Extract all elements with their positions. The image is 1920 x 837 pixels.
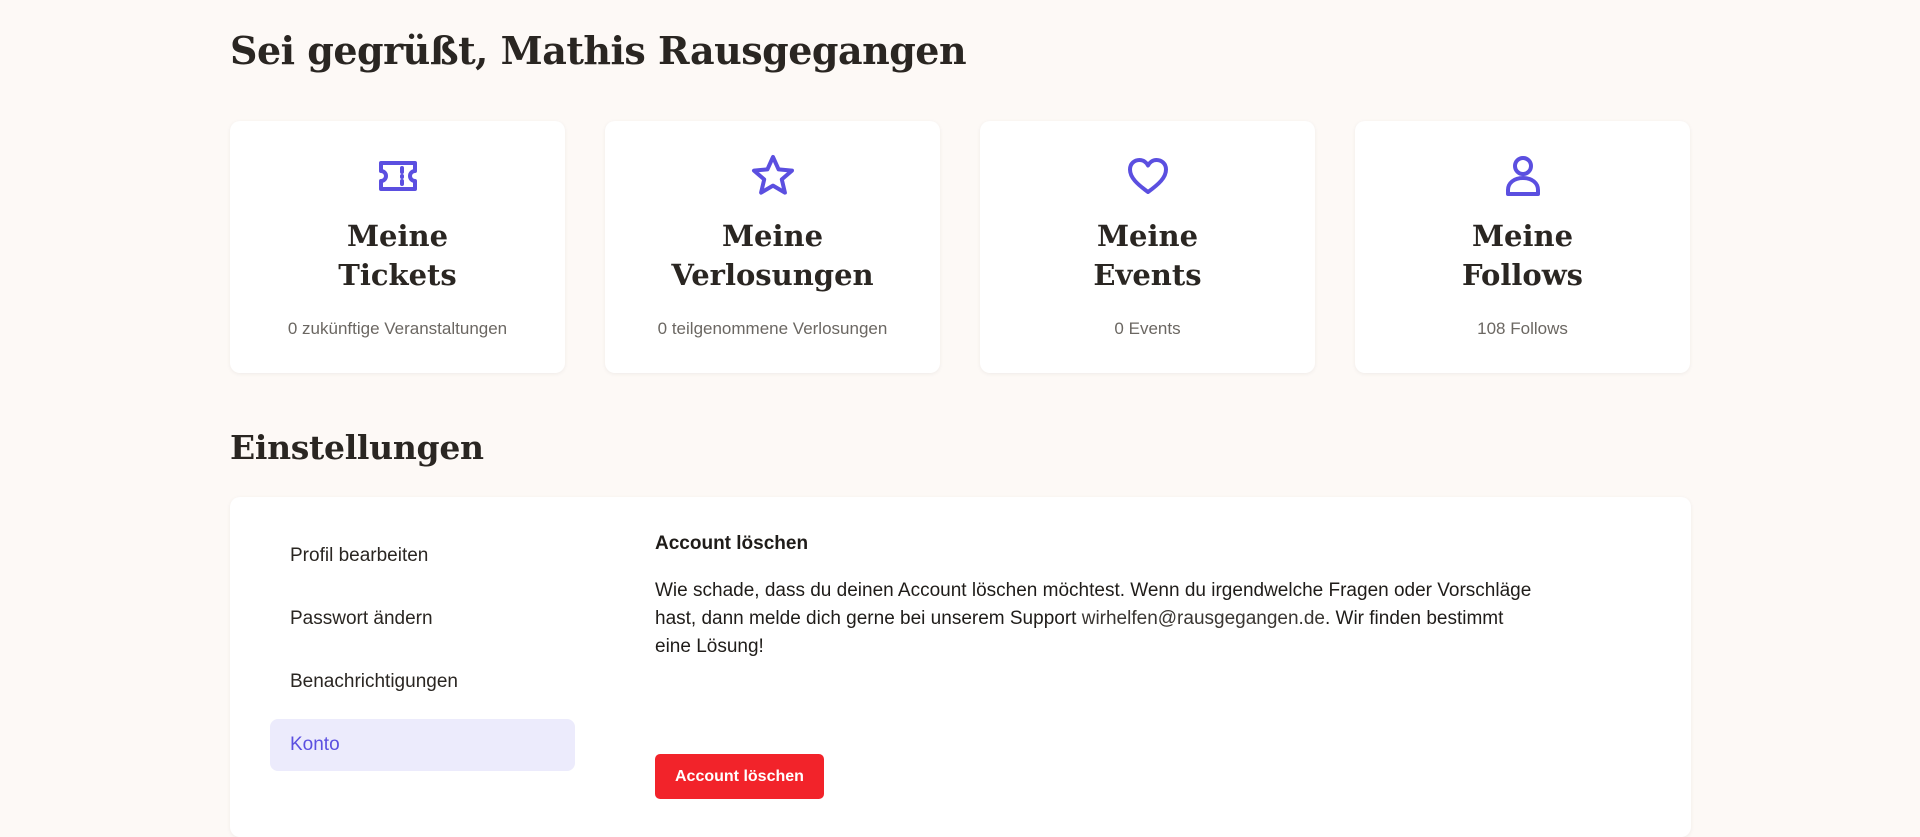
user-icon [1500, 153, 1546, 199]
card-subtitle: 108 Follows [1477, 319, 1568, 338]
card-title-line: Verlosungen [671, 258, 874, 292]
card-follows[interactable]: Meine Follows 108 Follows [1355, 121, 1690, 373]
card-title: Meine Events [980, 217, 1315, 295]
settings-nav-item-passwort[interactable]: Passwort ändern [270, 593, 575, 645]
settings-nav-item-benachrichtigungen[interactable]: Benachrichtigungen [270, 656, 575, 708]
heart-icon [1125, 153, 1171, 199]
card-verlosungen[interactable]: Meine Verlosungen 0 teilgenommene Verlos… [605, 121, 940, 373]
content-heading: Account löschen [655, 533, 809, 554]
card-subtitle: 0 teilgenommene Verlosungen [657, 319, 888, 338]
card-title-line: Meine [1096, 219, 1199, 253]
card-title: Meine Tickets [230, 217, 565, 295]
settings-nav: Profil bearbeiten Passwort ändern Benach… [270, 530, 575, 782]
card-subtitle: 0 zukünftige Veranstaltungen [287, 319, 508, 338]
settings-panel: Profil bearbeiten Passwort ändern Benach… [230, 497, 1691, 837]
delete-account-button[interactable]: Account löschen [655, 754, 824, 799]
card-title-line: Meine [1471, 219, 1574, 253]
card-title-line: Tickets [338, 258, 457, 292]
page-title: Sei gegrüßt, Mathis Rausgegangen [230, 28, 967, 73]
card-tickets[interactable]: Meine Tickets 0 zukünftige Veranstaltung… [230, 121, 565, 373]
settings-content: Account löschen Wie schade, dass du dein… [655, 533, 1535, 799]
ticket-icon [375, 153, 421, 199]
card-title-line: Follows [1461, 258, 1583, 292]
card-title: Meine Follows [1355, 217, 1690, 295]
card-events[interactable]: Meine Events 0 Events [980, 121, 1315, 373]
support-email-link[interactable]: wirhelfen@rausgegangen.de [1082, 608, 1325, 629]
card-subtitle: 0 Events [1114, 319, 1181, 338]
settings-nav-item-konto[interactable]: Konto [270, 719, 575, 771]
card-title-line: Events [1093, 258, 1202, 292]
card-title-line: Meine [721, 219, 824, 253]
card-title: Meine Verlosungen [605, 217, 940, 295]
overview-cards: Meine Tickets 0 zukünftige Veranstaltung… [230, 121, 1691, 373]
settings-nav-item-profil[interactable]: Profil bearbeiten [270, 530, 575, 582]
star-icon [750, 153, 796, 199]
card-title-line: Meine [346, 219, 449, 253]
settings-title: Einstellungen [230, 428, 484, 467]
content-text: Wie schade, dass du deinen Account lösch… [655, 577, 1535, 661]
